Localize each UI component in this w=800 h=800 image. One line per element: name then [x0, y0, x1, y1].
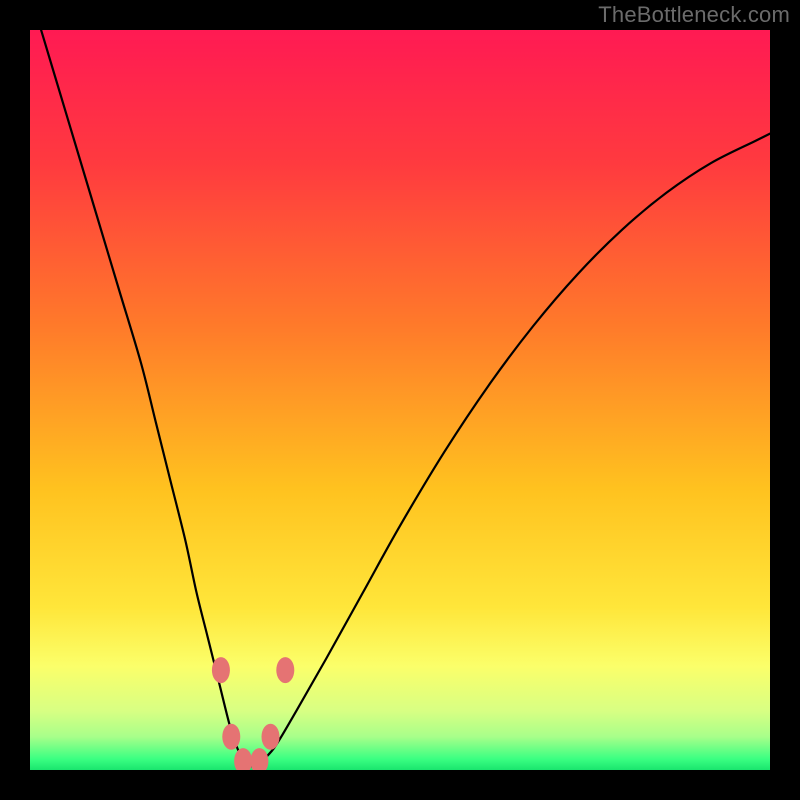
- plot-background: [30, 30, 770, 770]
- marker-m5: [262, 724, 280, 750]
- chart-canvas: [0, 0, 800, 800]
- marker-m2: [222, 724, 240, 750]
- chart-frame: TheBottleneck.com: [0, 0, 800, 800]
- marker-m3: [234, 748, 252, 774]
- marker-m6: [276, 657, 294, 683]
- marker-m4: [250, 748, 268, 774]
- marker-m1: [212, 657, 230, 683]
